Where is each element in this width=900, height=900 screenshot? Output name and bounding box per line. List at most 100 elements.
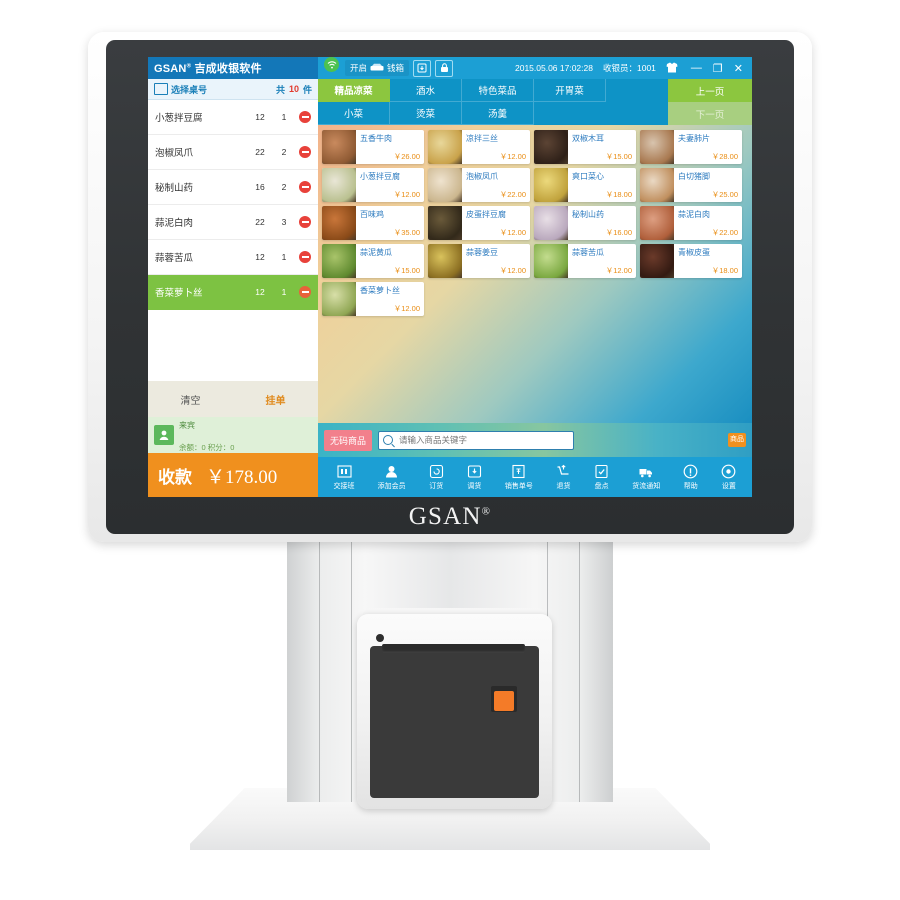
order-item-price: 12 bbox=[255, 112, 265, 122]
no-barcode-item-button[interactable]: 无码商品 bbox=[324, 429, 373, 451]
product-grid[interactable]: 五香牛肉 ￥26.00 凉拌三丝 ￥12.00 双椒木耳 ￥15.00 夫妻肺片 ￥28.00… bbox=[318, 125, 752, 423]
product-card[interactable]: 五香牛肉 ￥26.00 bbox=[322, 130, 424, 164]
product-card[interactable]: 蒜泥白肉 ￥22.00 bbox=[640, 206, 742, 240]
product-name: 五香牛肉 bbox=[360, 134, 392, 143]
product-card[interactable]: 香菜萝卜丝 ￥12.00 bbox=[322, 282, 424, 316]
remove-item-icon[interactable] bbox=[299, 251, 311, 263]
product-card[interactable]: 秘制山药 ￥16.00 bbox=[534, 206, 636, 240]
close-button[interactable]: ✕ bbox=[734, 62, 743, 75]
order-item-qty: 1 bbox=[281, 287, 287, 297]
toolbar-button-label: 订货 bbox=[429, 482, 444, 490]
touchscreen-display[interactable]: GSAN® 吉成收银软件 开启 钱箱 2015.05.06 17:02:28 收… bbox=[148, 57, 752, 497]
order-row[interactable]: 小葱拌豆腐 12 1 bbox=[148, 100, 318, 135]
product-card[interactable]: 百味鸡 ￥35.00 bbox=[322, 206, 424, 240]
product-name: 蒜蓉苦瓜 bbox=[572, 248, 604, 257]
page-buttons[interactable]: 上一页 下一页 bbox=[668, 79, 752, 125]
order-row[interactable]: 秘制山药 16 2 bbox=[148, 170, 318, 205]
checkout-button[interactable]: 收款 ￥178.00 bbox=[148, 453, 318, 497]
product-thumbnail bbox=[640, 168, 674, 202]
prev-page-button[interactable]: 上一页 bbox=[668, 79, 752, 102]
order-item-price: 12 bbox=[255, 252, 265, 262]
product-card[interactable]: 泡椒凤爪 ￥22.00 bbox=[428, 168, 530, 202]
order-row[interactable]: 泡椒凤爪 22 2 bbox=[148, 135, 318, 170]
remove-item-icon[interactable] bbox=[299, 216, 311, 228]
order-item-name: 蒜蓉苦瓜 bbox=[155, 253, 194, 264]
category-tab[interactable]: 烫菜 bbox=[390, 102, 462, 125]
quick-item-button[interactable]: 商品 bbox=[728, 433, 746, 447]
category-tab[interactable]: 开胃菜 bbox=[534, 79, 606, 102]
printer-feed-button[interactable] bbox=[494, 691, 514, 711]
cash-drawer-icon bbox=[370, 63, 384, 73]
product-name: 白切猪脚 bbox=[678, 172, 710, 181]
open-cash-drawer-button[interactable]: 开启 钱箱 bbox=[345, 60, 410, 76]
product-price: ￥12.00 bbox=[499, 228, 526, 237]
product-card[interactable]: 小葱拌豆腐 ￥12.00 bbox=[322, 168, 424, 202]
toolbar-button[interactable]: 交接班 bbox=[334, 464, 355, 491]
toolbar-button[interactable]: 帮助 bbox=[683, 464, 698, 491]
order-row[interactable]: 蒜泥白肉 22 3 bbox=[148, 205, 318, 240]
product-thumbnail bbox=[640, 206, 674, 240]
category-tab[interactable]: 汤羹 bbox=[462, 102, 534, 125]
settings-icon bbox=[721, 464, 736, 479]
product-thumbnail bbox=[534, 168, 568, 202]
order-item-list[interactable]: 小葱拌豆腐 12 1 泡椒凤爪 22 2 秘制山药 16 2 蒜泥白肉 22 3 蒜蓉苦瓜 12 1 香菜萝卜… bbox=[148, 100, 318, 381]
remove-item-icon[interactable] bbox=[299, 111, 311, 123]
order-row[interactable]: 香菜萝卜丝 12 1 bbox=[148, 275, 318, 310]
product-card[interactable]: 双椒木耳 ￥15.00 bbox=[534, 130, 636, 164]
toolbar-button[interactable]: 盘点 bbox=[594, 464, 609, 491]
remove-item-icon[interactable] bbox=[299, 146, 311, 158]
toolbar-button[interactable]: 订货 bbox=[429, 464, 444, 491]
product-card[interactable]: 白切猪脚 ￥25.00 bbox=[640, 168, 742, 202]
product-card[interactable]: 青椒皮蛋 ￥18.00 bbox=[640, 244, 742, 278]
window-controls[interactable]: — ❐ ✕ bbox=[682, 57, 752, 79]
checkout-label: 收款 bbox=[158, 467, 192, 487]
remove-item-icon[interactable] bbox=[299, 181, 311, 193]
product-price: ￥12.00 bbox=[393, 190, 420, 199]
user-shirt-icon bbox=[666, 62, 678, 75]
restore-button[interactable]: ❐ bbox=[713, 62, 723, 75]
toolbar-button[interactable]: 退货 bbox=[556, 464, 571, 491]
toolbar-button-label: 设置 bbox=[721, 482, 736, 490]
member-info[interactable]: 来宾 余额：0 积分：0 bbox=[148, 417, 318, 453]
reports-icon-button[interactable] bbox=[413, 59, 432, 77]
add-member-icon bbox=[384, 464, 399, 479]
category-tab[interactable]: 特色菜品 bbox=[462, 79, 534, 102]
minimize-button[interactable]: — bbox=[691, 62, 702, 74]
product-card[interactable]: 蒜蓉苦瓜 ￥12.00 bbox=[534, 244, 636, 278]
toolbar-button[interactable]: 货流通知 bbox=[632, 464, 660, 491]
clear-order-button[interactable]: 清空 bbox=[181, 392, 201, 407]
product-card[interactable]: 蒜蓉姜豆 ￥12.00 bbox=[428, 244, 530, 278]
category-tab[interactable]: 酒水 bbox=[390, 79, 462, 102]
printer-status-led-icon bbox=[376, 634, 384, 642]
product-card[interactable]: 凉拌三丝 ￥12.00 bbox=[428, 130, 530, 164]
remove-item-icon[interactable] bbox=[299, 286, 311, 298]
product-name: 蒜泥黄瓜 bbox=[360, 248, 392, 257]
function-toolbar[interactable]: 交接班 添加会员 订货 调货 销售单号 退货 盘点 货流通知 帮助 设置 bbox=[318, 457, 752, 497]
toolbar-button[interactable]: 添加会员 bbox=[378, 464, 406, 491]
product-search-box[interactable] bbox=[378, 430, 575, 450]
select-table-label[interactable]: 选择桌号 bbox=[171, 83, 207, 96]
search-input[interactable] bbox=[397, 434, 570, 446]
product-price: ￥12.00 bbox=[499, 266, 526, 275]
product-thumbnail bbox=[640, 130, 674, 164]
logistics-notice-icon bbox=[639, 464, 654, 479]
order-panel-header[interactable]: 选择桌号 共 10 件 bbox=[148, 79, 318, 100]
next-page-button[interactable]: 下一页 bbox=[668, 102, 752, 125]
order-item-qty: 3 bbox=[281, 217, 287, 227]
cashier-label: 收银员：1001 bbox=[602, 63, 656, 73]
hold-order-button[interactable]: 挂单 bbox=[266, 392, 286, 407]
product-card[interactable]: 爽口菜心 ￥18.00 bbox=[534, 168, 636, 202]
category-tab[interactable]: 精品凉菜 bbox=[318, 79, 390, 102]
order-item-price: 16 bbox=[255, 182, 265, 192]
lock-screen-icon-button[interactable] bbox=[435, 59, 454, 77]
product-card[interactable]: 蒜泥黄瓜 ￥15.00 bbox=[322, 244, 424, 278]
order-row[interactable]: 蒜蓉苦瓜 12 1 bbox=[148, 240, 318, 275]
product-card[interactable]: 夫妻肺片 ￥28.00 bbox=[640, 130, 742, 164]
product-card[interactable]: 皮蛋拌豆腐 ￥12.00 bbox=[428, 206, 530, 240]
toolbar-button[interactable]: 调货 bbox=[467, 464, 482, 491]
category-tabs[interactable]: 精品凉菜 酒水 特色菜品 开胃菜小菜 烫菜 汤羹 上一页 下一页 bbox=[318, 79, 752, 125]
transfer-goods-icon bbox=[467, 464, 482, 479]
toolbar-button[interactable]: 设置 bbox=[721, 464, 736, 491]
category-tab[interactable]: 小菜 bbox=[318, 102, 390, 125]
toolbar-button[interactable]: 销售单号 bbox=[505, 464, 533, 491]
